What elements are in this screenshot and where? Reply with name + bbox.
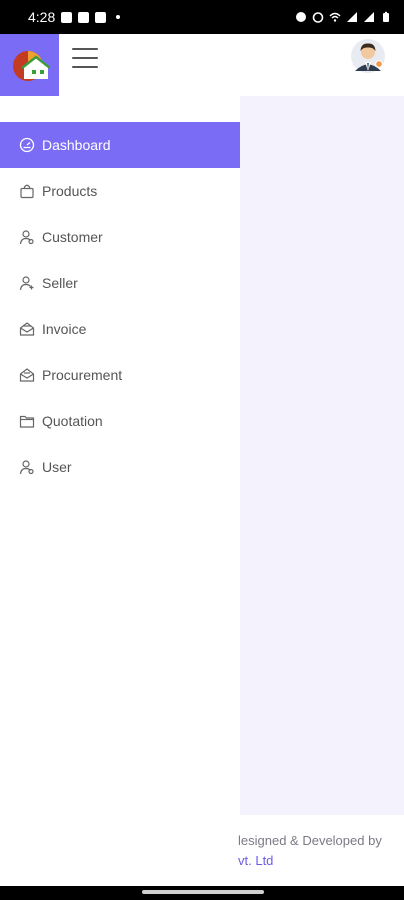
sidebar-item-label: User	[42, 459, 72, 475]
sidebar-item-label: Procurement	[42, 367, 123, 383]
hamburger-menu-icon[interactable]	[72, 46, 98, 70]
menu-line	[72, 57, 98, 59]
footer: lesigned & Developed by vt. Ltd	[0, 815, 404, 886]
alarm-icon	[296, 12, 306, 22]
app-window: lesigned & Developed by vt. Ltd Dashboar…	[0, 34, 404, 886]
customer-icon	[19, 230, 34, 245]
invoice-envelope-icon	[19, 322, 35, 336]
home-indicator[interactable]	[142, 890, 264, 894]
sidebar-item-user[interactable]: User	[0, 444, 240, 490]
user-avatar-icon	[351, 39, 385, 73]
sidebar-item-dashboard[interactable]: Dashboard	[0, 122, 240, 168]
sidebar-item-label: Products	[42, 183, 98, 199]
notification-dot-icon	[116, 15, 121, 19]
seller-icon	[19, 276, 34, 291]
sidebar-item-customer[interactable]: Customer	[0, 214, 240, 260]
menu-line	[72, 48, 98, 50]
folder-icon	[19, 415, 35, 428]
sidebar-nav: Dashboard Products Customer Seller Invoi…	[0, 122, 240, 490]
calendar-icon	[78, 11, 90, 23]
sidebar-item-label: Invoice	[42, 321, 87, 337]
dashboard-gauge-icon	[19, 137, 35, 153]
sidebar-item-seller[interactable]: Seller	[0, 260, 240, 306]
image-icon	[61, 11, 73, 23]
status-bar: 4:28	[0, 0, 404, 34]
top-header	[0, 34, 404, 96]
sidebar-item-label: Customer	[42, 229, 103, 245]
battery-icon	[383, 11, 389, 22]
footer-company-link[interactable]: vt. Ltd	[238, 853, 273, 868]
status-time: 4:28	[28, 9, 56, 25]
footer-credit-text: lesigned & Developed by	[238, 833, 382, 848]
shopping-bag-icon	[20, 184, 34, 199]
menu-line	[72, 66, 98, 68]
sidebar-item-label: Seller	[42, 275, 78, 291]
user-icon	[19, 460, 34, 475]
signal-icon	[347, 12, 357, 22]
logo-container[interactable]	[0, 34, 59, 96]
status-left: 4:28	[28, 9, 121, 25]
status-right	[295, 11, 392, 23]
sidebar-item-label: Quotation	[42, 413, 103, 429]
sidebar-item-procurement[interactable]: Procurement	[0, 352, 240, 398]
gesture-nav-bar	[0, 886, 404, 900]
wifi-icon	[329, 12, 341, 22]
sidebar-item-label: Dashboard	[42, 137, 111, 153]
house-logo-icon	[12, 51, 50, 81]
procurement-envelope-icon	[19, 368, 35, 382]
user-avatar[interactable]	[350, 38, 386, 74]
main-content-area	[240, 96, 404, 815]
sidebar-drawer: Dashboard Products Customer Seller Invoi…	[0, 96, 240, 815]
sidebar-item-invoice[interactable]: Invoice	[0, 306, 240, 352]
signal-icon	[364, 12, 374, 22]
sidebar-item-products[interactable]: Products	[0, 168, 240, 214]
sidebar-item-quotation[interactable]: Quotation	[0, 398, 240, 444]
alarm-clock-icon	[312, 12, 324, 23]
message-icon	[95, 11, 107, 23]
